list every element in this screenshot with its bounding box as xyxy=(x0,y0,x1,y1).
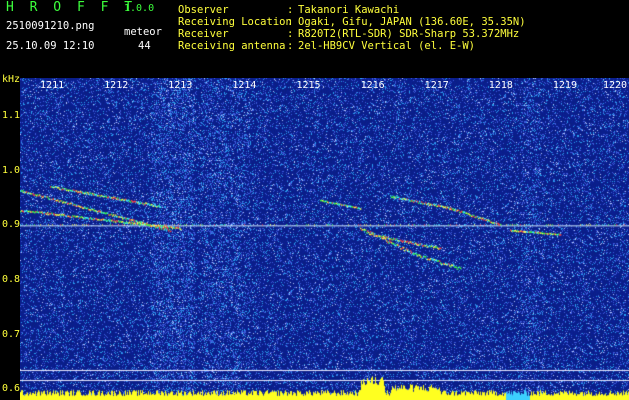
info-label-location: Receiving Location xyxy=(178,16,292,28)
info-value-receiver: R820T2(RTL-SDR) SDR-Sharp 53.372MHz xyxy=(298,28,520,40)
x-tick-label: 1217 xyxy=(424,80,449,91)
x-tick-label: 1211 xyxy=(40,80,65,91)
x-tick-label: 1215 xyxy=(296,80,321,91)
app-title: H R O F F T xyxy=(6,0,137,15)
meteor-count: 44 xyxy=(138,40,151,52)
y-tick-label: 0.7 xyxy=(2,328,21,340)
x-tick-label: 1218 xyxy=(488,80,513,91)
y-tick-label: 1.1 xyxy=(2,110,21,122)
file-name: 2510091210.png xyxy=(6,20,95,32)
x-tick-label: 1220 xyxy=(603,80,628,91)
y-axis-unit-label: kHz xyxy=(2,74,21,85)
y-tick-label: 0.9 xyxy=(2,219,21,231)
x-tick-label: 1219 xyxy=(552,80,577,91)
x-tick-label: 1213 xyxy=(168,80,193,91)
y-tick-label: 1.0 xyxy=(2,164,21,176)
x-tick-label: 1216 xyxy=(360,80,385,91)
x-tick-label: 1212 xyxy=(104,80,129,91)
app-version: 1.0.0 xyxy=(124,3,155,14)
info-colon: : xyxy=(287,28,294,40)
info-label-receiver: Receiver xyxy=(178,28,229,40)
y-tick-label: 0.6 xyxy=(2,383,21,395)
info-value-location: Ogaki, Gifu, JAPAN (136.60E, 35.35N) xyxy=(298,16,526,28)
header-panel: H R O F F T 1.0.0 2510091210.png meteor … xyxy=(0,0,629,78)
spectrogram-canvas xyxy=(20,78,629,400)
info-colon: : xyxy=(287,40,294,52)
info-value-observer: Takanori Kawachi xyxy=(298,4,400,16)
info-colon: : xyxy=(287,16,294,28)
info-label-antenna: Receiving antenna xyxy=(178,40,286,52)
info-colon: : xyxy=(287,4,294,16)
x-tick-label: 1214 xyxy=(232,80,257,91)
info-value-antenna: 2el-HB9CV Vertical (el. E-W) xyxy=(298,40,476,52)
info-label-observer: Observer xyxy=(178,4,229,16)
datetime-label: 25.10.09 12:10 xyxy=(6,40,95,52)
mode-label: meteor xyxy=(124,26,162,38)
y-tick-label: 0.8 xyxy=(2,273,21,285)
